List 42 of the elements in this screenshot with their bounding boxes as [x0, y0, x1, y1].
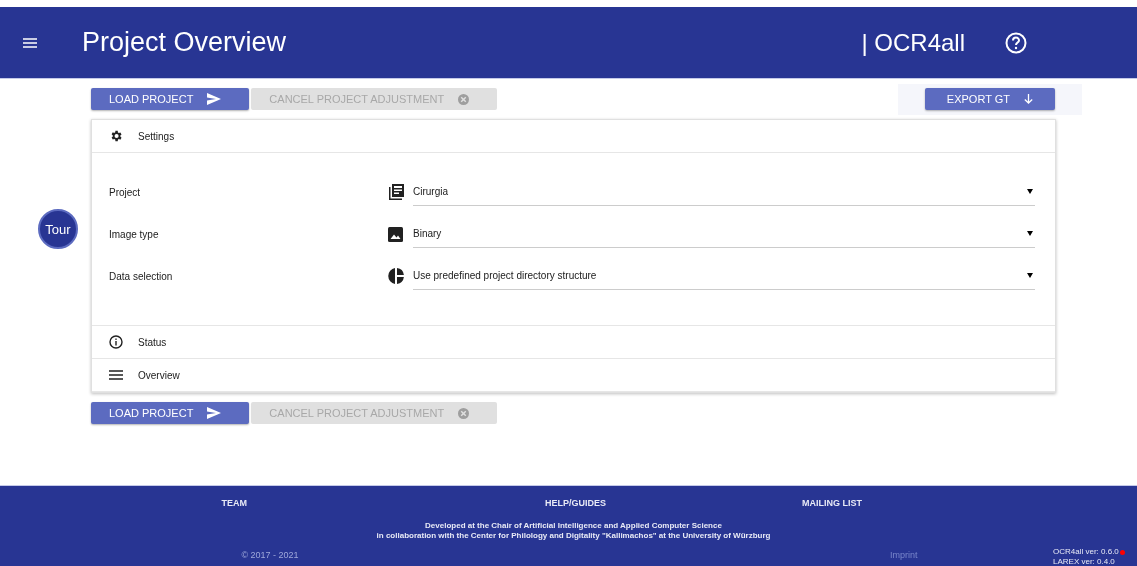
footer-link[interactable]: MAILING LIST [802, 498, 862, 508]
section-title: Settings [138, 130, 175, 142]
version-text: LAREX ver: 0.4.0 [1053, 557, 1115, 566]
settings-icon [109, 129, 123, 143]
cancel-icon [458, 93, 470, 105]
load-project-button[interactable]: LOAD PROJECT [91, 402, 250, 424]
brand-name: | OCR4all [861, 28, 965, 57]
dropdown-icon [1027, 189, 1033, 194]
field-label: Data selection [109, 270, 174, 282]
field-label: Project [109, 186, 142, 198]
field-label: Image type [109, 228, 160, 240]
credit-text: in collaboration with the Center for Philology and Digitality "Kallimachos" at the University of Würzburg [376, 531, 771, 541]
cancel-icon [458, 407, 470, 419]
info-icon [109, 335, 123, 349]
select-field[interactable]: Cirurgia [413, 178, 1035, 206]
copyright-text: © 2017 - 2021 [240, 550, 300, 560]
section-header[interactable]: Status [92, 326, 1055, 359]
footer-link[interactable]: TEAM [221, 498, 247, 508]
select-field[interactable]: Binary [413, 220, 1035, 248]
image-icon [388, 226, 403, 242]
menu-icon[interactable] [23, 37, 37, 48]
library-icon [388, 184, 404, 200]
help-icon[interactable] [1005, 31, 1027, 54]
section-title: Overview [138, 369, 180, 381]
credit-text: Developed at the Chair of Artificial Intelligence and Applied Computer Science [425, 521, 722, 531]
tour-button[interactable]: Tour [38, 209, 78, 249]
footer-link[interactable]: HELP/GUIDES [545, 498, 606, 508]
section-header[interactable]: Overview [92, 359, 1055, 392]
dropdown-icon [1027, 231, 1033, 236]
menu-icon [109, 370, 123, 380]
send-icon [207, 407, 222, 419]
version-text: OCR4all ver: 0.6.0 [1053, 547, 1119, 557]
section-title: Status [138, 336, 167, 348]
section-header[interactable]: Settings [92, 120, 1055, 153]
export-button[interactable]: EXPORT GT [924, 88, 1055, 110]
download-icon [1024, 94, 1033, 104]
select-field[interactable]: Use predefined project directory structure [413, 262, 1035, 290]
dropdown-icon [1027, 273, 1033, 278]
page-title: Project Overview [82, 27, 288, 58]
send-icon [207, 93, 222, 105]
chart-icon [388, 268, 404, 284]
load-project-button[interactable]: LOAD PROJECT [91, 88, 250, 110]
